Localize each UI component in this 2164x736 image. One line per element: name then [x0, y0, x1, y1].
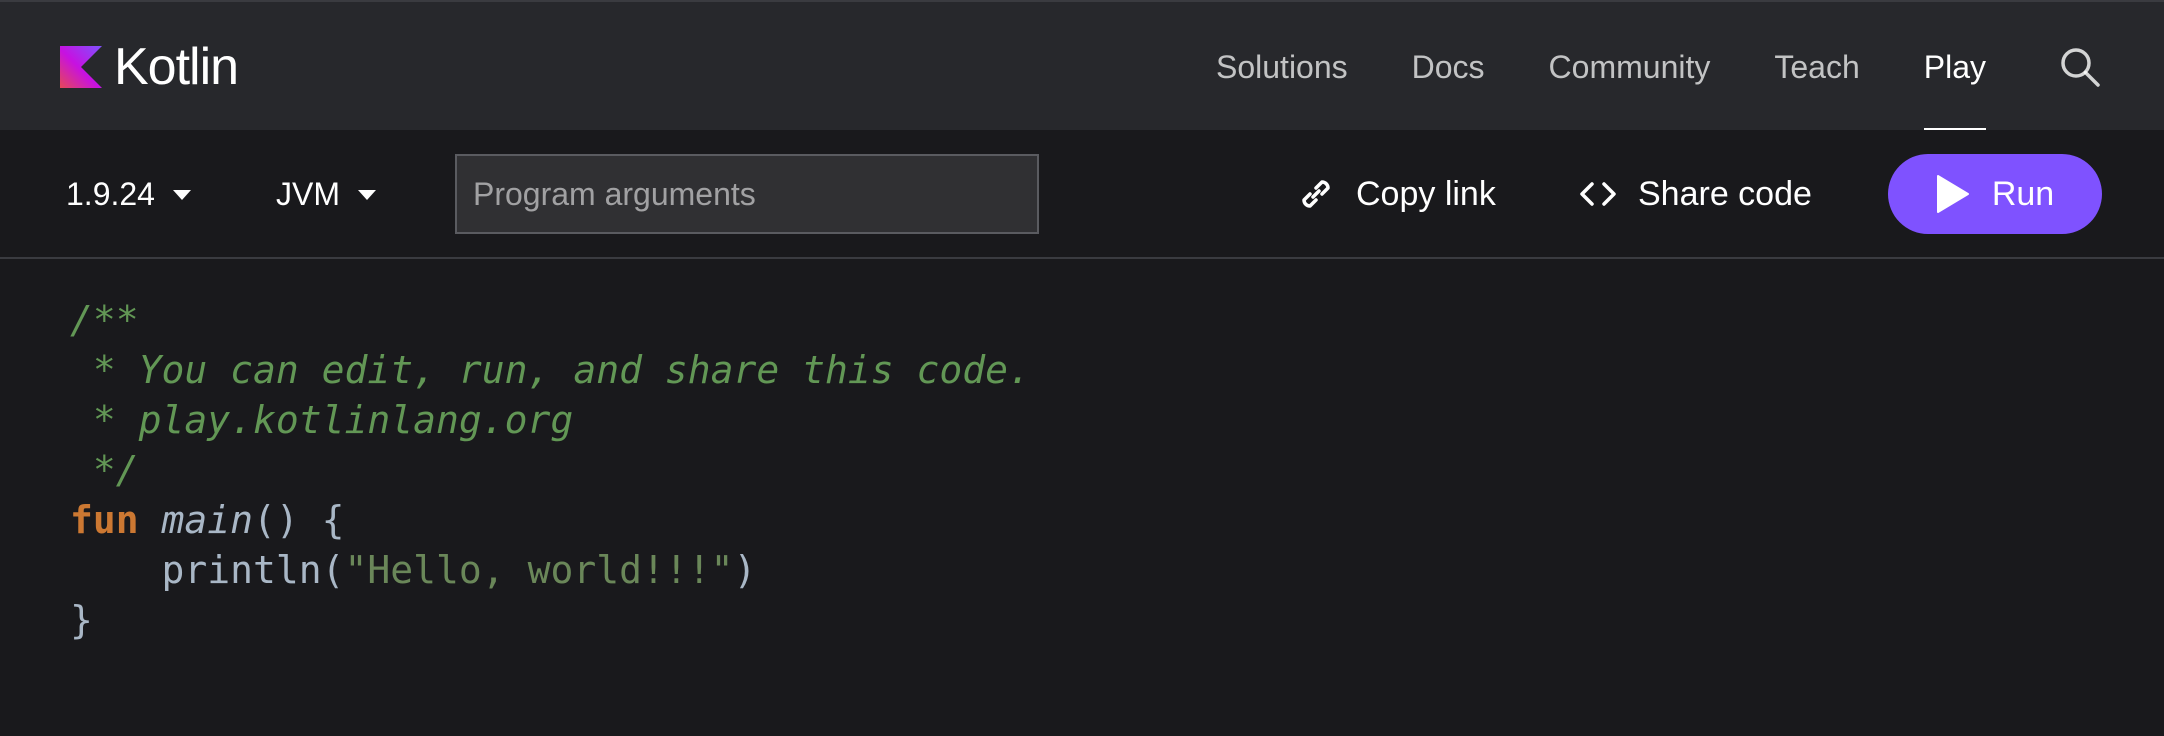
code-token-plain: } [70, 598, 93, 642]
kotlin-logo[interactable]: Kotlin [60, 38, 239, 96]
code-token-kw: fun [70, 498, 139, 542]
code-token-plain: ) [733, 548, 757, 592]
code-line[interactable]: * You can edit, run, and share this code… [70, 345, 1031, 395]
code-token-comment: * play.kotlinlang.org [70, 398, 574, 442]
code-brackets-icon [1580, 182, 1616, 206]
code-line[interactable]: fun main() { [70, 495, 1031, 545]
code-line[interactable]: println("Hello, world!!!") [70, 545, 1031, 595]
code-token-str: "Hello, world!!!" [344, 548, 734, 592]
chevron-down-icon [172, 190, 191, 200]
nav-item-play[interactable]: Play [1923, 2, 1987, 132]
kotlin-logo-icon [60, 46, 102, 88]
code-editor[interactable]: /** * You can edit, run, and share this … [0, 259, 2164, 736]
platform-value: JVM [276, 175, 340, 212]
search-icon[interactable] [2058, 45, 2102, 89]
run-button[interactable]: Run [1888, 154, 2102, 234]
code-line[interactable]: */ [70, 445, 1031, 495]
main-nav: Solutions Docs Community Teach Play [1216, 2, 2164, 132]
link-icon [1302, 180, 1330, 208]
chevron-down-icon [358, 190, 376, 200]
version-value: 1.9.24 [66, 175, 155, 212]
code-line[interactable]: } [70, 595, 1031, 645]
platform-select[interactable]: JVM [276, 172, 376, 216]
run-label: Run [1991, 174, 2055, 213]
nav-item-teach[interactable]: Teach [1774, 2, 1859, 132]
code-line[interactable]: /** [70, 295, 1031, 345]
code-token-comment: /** [70, 298, 139, 342]
code-line[interactable]: * play.kotlinlang.org [70, 395, 1031, 445]
copy-link-label: Copy link [1356, 174, 1496, 213]
program-arguments-input[interactable] [455, 154, 1039, 234]
code-content[interactable]: /** * You can edit, run, and share this … [70, 295, 1031, 645]
nav-item-docs[interactable]: Docs [1412, 2, 1485, 132]
code-token-comment: * You can edit, run, and share this code… [70, 348, 1031, 392]
share-code-label: Share code [1638, 174, 1812, 213]
code-token-plain: () { [253, 498, 345, 542]
share-code-button[interactable]: Share code [1576, 170, 1812, 218]
top-nav-bar: Kotlin Solutions Docs Community Teach Pl… [0, 0, 2164, 132]
logo-text: Kotlin [114, 38, 239, 96]
code-token-plain: println( [70, 548, 345, 592]
code-token-fn: main [161, 498, 254, 542]
version-select[interactable]: 1.9.24 [66, 172, 191, 216]
play-icon [1936, 175, 1969, 213]
playground-toolbar: 1.9.24 JVM Copy link Share code [0, 130, 2164, 259]
code-token-comment: */ [70, 448, 139, 492]
nav-item-community[interactable]: Community [1549, 2, 1711, 132]
copy-link-button[interactable]: Copy link [1294, 170, 1496, 218]
nav-item-solutions[interactable]: Solutions [1216, 2, 1348, 132]
